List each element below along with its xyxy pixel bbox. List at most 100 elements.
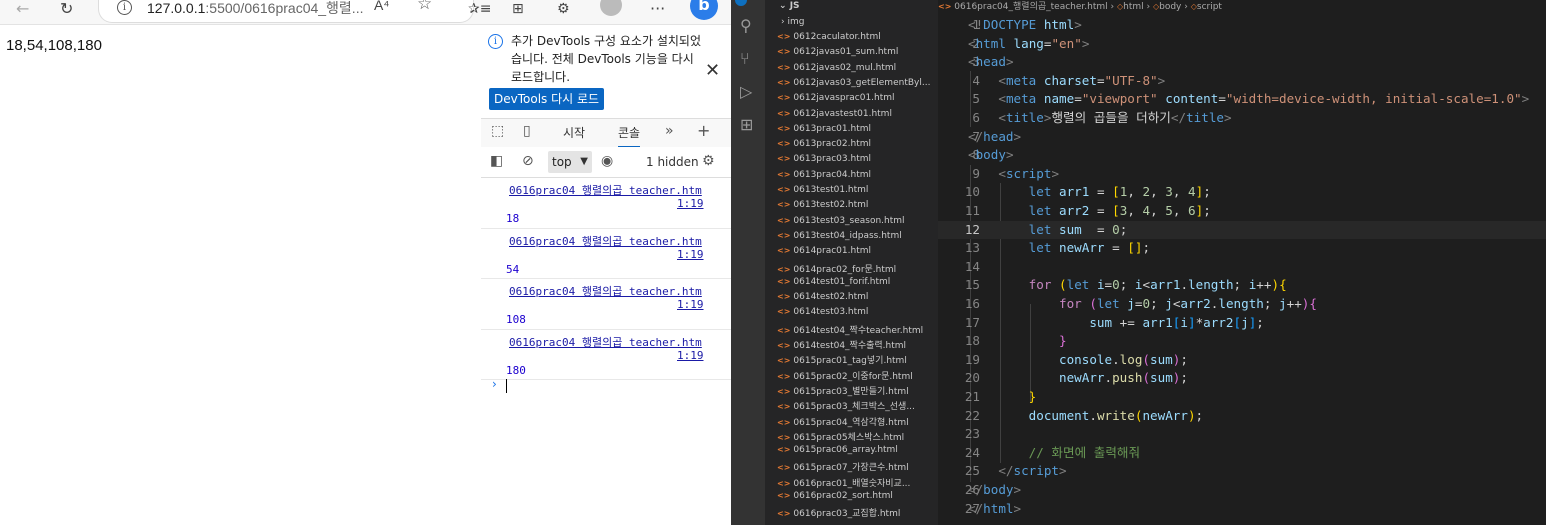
code-line: 24 // 화면에 출력해줘 — [938, 444, 1546, 463]
code-line: 18 } — [938, 332, 1546, 351]
extensions-icon[interactable]: ⊞ — [740, 115, 753, 134]
collections-icon[interactable]: ⊞ — [512, 0, 524, 22]
back-arrow-icon[interactable]: ← — [16, 0, 29, 22]
context-selector[interactable]: top ▼ — [548, 151, 592, 173]
inspect-element-icon[interactable]: ⬚ — [491, 123, 504, 139]
gear-icon[interactable]: ⚙ — [702, 153, 715, 169]
explorer-file-item[interactable]: <> 0615prac03_별만들기.html — [777, 384, 937, 397]
explorer-file-item[interactable]: <> 0613prac01.html — [777, 124, 937, 134]
explorer-file-item[interactable]: <> 0615prac06_array.html — [777, 445, 937, 455]
explorer-file-item[interactable]: <> 0615prac07_가장큰수.html — [777, 460, 937, 473]
add-tab-icon[interactable]: + — [697, 121, 710, 140]
explorer-file-item[interactable]: <> 0616prac02_sort.html — [777, 491, 937, 501]
profile-avatar[interactable] — [600, 0, 622, 16]
file-name: 0616prac01_배열숫자비교... — [793, 478, 911, 489]
file-name: 0614prac02_for문.html — [793, 264, 897, 275]
breadcrumb-file[interactable]: 0616prac04_행렬의곱_teacher.html — [954, 2, 1107, 12]
star-icon[interactable]: ☆ — [417, 0, 432, 14]
info-icon[interactable]: i — [117, 0, 132, 15]
explorer-file-item[interactable]: <> 0613prac02.html — [777, 139, 937, 149]
code-line: 13 let newArr = []; — [938, 239, 1546, 258]
html-file-icon: <> — [777, 491, 791, 500]
explorer-file-item[interactable]: <> 0613test02.html — [777, 200, 937, 210]
message-source-link[interactable]: 0616prac04 행렬의곱 teacher.htm — [509, 334, 702, 350]
extension-icon[interactable]: ⚙ — [557, 0, 570, 22]
explorer-file-item[interactable]: <> 0614test04_짝수출력.html — [777, 338, 937, 351]
favorites-bar-icon[interactable]: ✰≡ — [468, 0, 491, 22]
html-file-icon: <> — [777, 292, 791, 302]
more-menu-icon[interactable]: ··· — [650, 0, 665, 22]
explorer-file-item[interactable]: <> 0613test01.html — [777, 185, 937, 195]
explorer-file-item[interactable]: <> 0614test04_짝수teacher.html — [777, 323, 937, 336]
explorer-file-item[interactable]: <> 0614prac02_for문.html — [777, 262, 937, 275]
reload-devtools-button[interactable]: DevTools 다시 로드 — [489, 88, 605, 110]
explorer-file-item[interactable]: <> 0612javas03_getElementByl... — [777, 78, 937, 88]
breadcrumb-html[interactable]: html — [1123, 2, 1144, 12]
explorer-file-item[interactable]: <> 0614test01_forif.html — [777, 277, 937, 287]
explorer-file-item[interactable]: <> 0612caculator.html — [777, 32, 937, 42]
explorer-file-item[interactable]: <> 0613prac04.html — [777, 170, 937, 180]
url-text[interactable]: 127.0.0.1:5500/0616prac04_행렬... — [147, 0, 363, 18]
url-host: 127.0.0.1 — [147, 0, 206, 16]
explorer-file-item[interactable]: <> 0614prac01.html — [777, 246, 937, 256]
html-file-icon: <> — [777, 47, 791, 57]
explorer-file-item[interactable]: <> 0614test03.html — [777, 307, 937, 317]
message-source-link[interactable]: 0616prac04 행렬의곱 teacher.htm — [509, 283, 702, 299]
clear-console-icon[interactable]: ⊘ — [522, 153, 534, 169]
message-line-link[interactable]: 1:19 — [677, 197, 704, 210]
explorer-file-item[interactable]: <> 0613test04_idpass.html — [777, 231, 937, 241]
device-toolbar-icon[interactable]: ▯ — [523, 123, 531, 139]
file-name: 0613test01.html — [793, 185, 869, 195]
explorer-file-item[interactable]: <> 0612javas01_sum.html — [777, 47, 937, 57]
folder-label: img — [787, 17, 805, 27]
refresh-icon[interactable]: ↻ — [60, 0, 73, 22]
message-line-link[interactable]: 1:19 — [677, 349, 704, 362]
bing-icon[interactable]: b — [690, 0, 718, 20]
explorer-file-item[interactable]: <> 0616prac01_배열숫자비교... — [777, 476, 937, 489]
breadcrumb-body[interactable]: body — [1159, 2, 1181, 12]
explorer-file-item[interactable]: <> 0613prac03.html — [777, 154, 937, 164]
message-line-link[interactable]: 1:19 — [677, 248, 704, 261]
close-icon[interactable]: ✕ — [705, 60, 720, 81]
address-bar[interactable]: i 127.0.0.1:5500/0616prac04_행렬... A⁴ ☆ — [98, 0, 474, 23]
code-line: 16 for (let j=0; j<arr2.length; j++){ — [938, 295, 1546, 314]
file-name: 0615prac03_체크박스_선생... — [793, 402, 915, 413]
more-tabs-icon[interactable]: » — [665, 123, 674, 139]
file-name: 0615prac03_별만들기.html — [793, 386, 909, 397]
html-file-icon: <> — [777, 445, 791, 455]
explorer-file-item[interactable]: <> 0616prac03_교집합.html — [777, 506, 937, 519]
explorer-file-item[interactable]: <> 0615prac03_체크박스_선생... — [777, 399, 937, 412]
file-name: 0615prac04_역삼각형.html — [793, 417, 909, 428]
console-message: 0616prac04 행렬의곱 teacher.htm 1:19 108 — [481, 279, 731, 330]
search-icon[interactable]: ⚲ — [740, 16, 752, 35]
run-debug-icon[interactable]: ▷ — [740, 82, 752, 101]
tab-start[interactable]: 시작 — [563, 124, 585, 141]
folder-header[interactable]: ⌄ JS — [779, 1, 800, 11]
img-folder[interactable]: › img — [781, 17, 938, 27]
message-source-link[interactable]: 0616prac04 행렬의곱 teacher.htm — [509, 233, 702, 249]
message-line-link[interactable]: 1:19 — [677, 298, 704, 311]
sidebar-toggle-icon[interactable]: ◧ — [490, 153, 503, 169]
explorer-file-item[interactable]: <> 0612javastest01.html — [777, 109, 937, 119]
explorer-file-item[interactable]: <> 0614test02.html — [777, 292, 937, 302]
console-input[interactable] — [506, 379, 507, 393]
code-line: 5 <meta name="viewport" content="width=d… — [938, 90, 1546, 109]
source-control-icon[interactable]: ⑂ — [740, 49, 750, 68]
hidden-count[interactable]: 1 hidden — [646, 155, 699, 169]
breadcrumb-script[interactable]: script — [1197, 2, 1222, 12]
tab-console[interactable]: 콘솔 — [618, 124, 641, 148]
message-value: 180 — [506, 363, 526, 377]
message-source-link[interactable]: 0616prac04 행렬의곱 teacher.htm — [509, 182, 702, 198]
explorer-file-item[interactable]: <> 0615prac05체스박스.html — [777, 430, 937, 443]
explorer-file-item[interactable]: <> 0612javas02_mul.html — [777, 63, 937, 73]
explorer-file-item[interactable]: <> 0615prac02_이중for문.html — [777, 369, 937, 382]
explorer-file-item[interactable]: <> 0612javasprac01.html — [777, 93, 937, 103]
eye-icon[interactable]: ◉ — [601, 153, 613, 169]
code-line: 1 <!DOCTYPE html> — [938, 16, 1546, 35]
html-file-icon: <> — [777, 77, 791, 87]
explorer-file-item[interactable]: <> 0615prac04_역삼각형.html — [777, 415, 937, 428]
explorer-file-item[interactable]: <> 0613test03_season.html — [777, 216, 937, 226]
explorer-file-item[interactable]: <> 0615prac01_tag넣기.html — [777, 353, 937, 366]
read-aloud-icon[interactable]: A⁴ — [374, 0, 389, 13]
file-name: 0615prac01_tag넣기.html — [793, 356, 907, 367]
